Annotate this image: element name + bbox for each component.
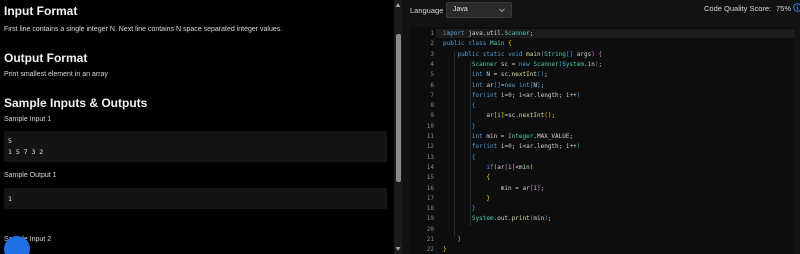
code-line: }: [443, 246, 447, 254]
code-line: }: [471, 205, 476, 213]
line-number: 21: [426, 236, 434, 243]
code-line: if(ar[i]<min): [486, 163, 534, 171]
code-line: {: [471, 153, 476, 161]
sample-input-1-line: 5: [8, 137, 12, 145]
line-number: 11: [426, 133, 434, 140]
code-line: ar[i]=sc.nextInt();: [443, 112, 556, 120]
line-number: 14: [426, 163, 434, 171]
code-line: for(int i=0; i<ar.length; i++): [471, 143, 581, 151]
code-editor[interactable]: 1 2 3 4 5 6 7 8 9 10 11 12 13 14 15 16 17 18 19 20 21 22 impo…: [410, 27, 794, 254]
output-format-title: Output Format: [4, 51, 88, 65]
code-line: Scanner sc = new Scanner(System.in);: [471, 60, 603, 68]
line-number: 12: [426, 143, 434, 151]
line-number: 2: [430, 40, 434, 48]
scroll-up-icon[interactable]: [395, 2, 401, 8]
sample-input-1-block: 5 1 5 7 3 2: [4, 131, 387, 162]
input-format-title: Input Format: [4, 4, 78, 18]
sample-output-1-block: 1: [4, 188, 387, 209]
language-value: Java: [453, 6, 468, 13]
chevron-down-icon: [499, 8, 505, 13]
line-number-gutter: 1 2 3 4 5 6 7 8 9 10 11 12 13 14 15 16 17 18 19 20 21 22: [410, 27, 436, 254]
code-line: min = ar[i];: [443, 184, 545, 192]
line-number: 5: [430, 71, 434, 79]
language-label: Language: [410, 6, 444, 15]
code-line: {: [486, 174, 490, 182]
sample-output-1-line: 1: [8, 195, 12, 203]
code-line: int min = Integer.MAX_VALUE;: [471, 133, 574, 140]
sample-input-1-line: 1 5 7 3 2: [8, 148, 44, 156]
line-number: 20: [426, 225, 434, 233]
code-line: {: [471, 102, 476, 110]
line-number: 10: [426, 122, 434, 130]
line-number: 3: [430, 50, 434, 58]
code-line: System.out.print(min);: [471, 215, 552, 223]
line-number: 18: [426, 205, 434, 213]
code-quality-label: Code Quality Score:: [704, 4, 772, 13]
code-line: public class Main {: [443, 40, 512, 48]
info-icon[interactable]: [793, 3, 800, 12]
code-line: int N = sc.nextInt();: [471, 71, 548, 79]
samples-title: Sample Inputs & Outputs: [4, 96, 148, 110]
line-number: 16: [426, 184, 434, 192]
code-line: for(int i=0; i<ar.length; i++): [471, 91, 581, 99]
output-format-text: Print smallest element in an array: [4, 71, 108, 78]
input-format-text: First line contains a single integer N. …: [4, 26, 283, 33]
sample-input-1-label: Sample Input 1: [4, 116, 52, 123]
code-line: }: [486, 194, 490, 202]
sample-output-1-label: Sample Output 1: [4, 172, 57, 179]
code-line: import java.util.Scanner;: [443, 30, 534, 37]
scroll-down-icon[interactable]: [395, 246, 401, 252]
problem-panel: Input Format First line contains a singl…: [0, 0, 394, 254]
code-line: int ar[]=new int[N];: [471, 81, 545, 89]
code-line: }: [457, 236, 462, 243]
line-number: 4: [430, 60, 434, 68]
line-number: 13: [426, 153, 434, 161]
line-number: 19: [426, 215, 434, 223]
editor-panel: Language Java Code Quality Score: 75% 12…: [402, 0, 800, 254]
code-line: }: [471, 122, 476, 130]
line-number: 6: [430, 81, 434, 89]
line-number: 1: [430, 30, 434, 37]
line-number: 9: [430, 112, 434, 120]
line-number: 17: [426, 194, 434, 202]
code-quality-value: 75%: [776, 4, 792, 13]
code-line: public static void main(String[] args) {: [457, 50, 603, 58]
line-number: 22: [426, 246, 434, 254]
line-number: 8: [430, 102, 434, 110]
language-select[interactable]: Java: [446, 2, 512, 18]
line-number: 7: [430, 91, 434, 99]
line-number: 15: [426, 174, 434, 182]
scrollbar-thumb[interactable]: [396, 34, 401, 182]
